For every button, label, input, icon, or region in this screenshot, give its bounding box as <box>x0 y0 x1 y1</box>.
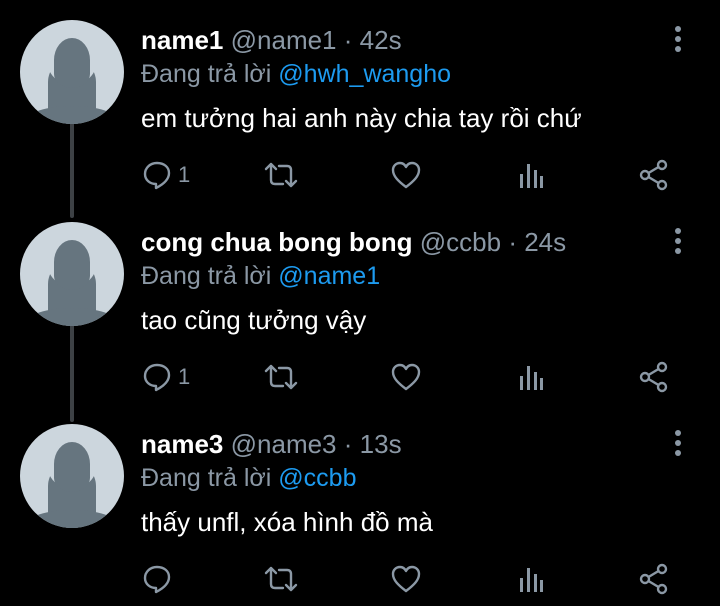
share-button[interactable] <box>638 158 670 192</box>
share-icon <box>639 563 668 595</box>
tweet-header: cong chua bong bong @ccbb · 24s <box>141 226 566 258</box>
replying-to-label: Đang trả lời <box>141 464 272 492</box>
replying-to: Đang trả lời @hwh_wangho <box>141 58 451 90</box>
reply-button[interactable] <box>142 562 178 596</box>
display-name[interactable]: name3 <box>141 429 223 459</box>
reply-count: 1 <box>178 162 191 187</box>
more-options-button[interactable] <box>664 428 692 458</box>
action-bar: 1 <box>0 158 720 192</box>
analytics-button[interactable] <box>518 158 544 192</box>
more-options-button[interactable] <box>664 24 692 54</box>
more-icon <box>675 430 681 456</box>
like-icon <box>391 565 421 593</box>
retweet-icon <box>264 162 298 188</box>
separator-dot: · <box>343 429 353 459</box>
tweet-header: name1 @name1 · 42s <box>141 24 402 56</box>
mention-link[interactable]: @name1 <box>278 262 380 290</box>
retweet-button[interactable] <box>263 562 299 596</box>
avatar[interactable] <box>20 222 124 326</box>
analytics-icon <box>520 568 543 592</box>
display-name[interactable]: cong chua bong bong <box>141 227 413 257</box>
replying-to: Đang trả lời @ccbb <box>141 462 356 494</box>
reply-icon <box>143 565 171 594</box>
share-button[interactable] <box>638 562 670 596</box>
more-icon <box>675 228 681 254</box>
like-button[interactable] <box>390 360 422 394</box>
display-name[interactable]: name1 <box>141 25 223 55</box>
like-button[interactable] <box>390 562 422 596</box>
reply-icon <box>143 161 171 190</box>
replying-to: Đang trả lời @name1 <box>141 260 380 292</box>
user-handle[interactable]: @ccbb <box>420 227 501 257</box>
replying-to-label: Đang trả lời <box>141 60 272 88</box>
analytics-icon <box>520 366 543 390</box>
mention-link[interactable]: @hwh_wangho <box>278 60 451 88</box>
avatar[interactable] <box>20 20 124 124</box>
user-handle[interactable]: @name1 <box>231 25 337 55</box>
reply-icon <box>143 363 171 392</box>
timestamp[interactable]: 13s <box>360 429 402 459</box>
default-avatar-icon <box>26 35 118 124</box>
analytics-button[interactable] <box>518 562 544 596</box>
retweet-icon <box>264 364 298 390</box>
share-icon <box>639 159 668 191</box>
like-button[interactable] <box>390 158 422 192</box>
more-options-button[interactable] <box>664 226 692 256</box>
like-icon <box>391 161 421 189</box>
tweet-text: tao cũng tưởng vậy <box>141 305 367 335</box>
tweet-text: em tưởng hai anh này chia tay rồi chứ <box>141 103 582 133</box>
replying-to-label: Đang trả lời <box>141 262 272 290</box>
tweet[interactable]: name1 @name1 · 42s Đang trả lời @hwh_wan… <box>0 0 720 218</box>
tweet-text: thấy unfl, xóa hình đồ mà <box>141 507 433 537</box>
separator-dot: · <box>508 227 517 257</box>
analytics-icon <box>520 164 543 188</box>
tweet[interactable]: cong chua bong bong @ccbb · 24s Đang trả… <box>0 202 720 422</box>
retweet-button[interactable] <box>263 158 299 192</box>
more-icon <box>675 26 681 52</box>
timestamp[interactable]: 24s <box>524 227 566 257</box>
reply-button[interactable]: 1 <box>142 360 190 394</box>
default-avatar-icon <box>26 237 118 326</box>
share-button[interactable] <box>638 360 670 394</box>
separator-dot: · <box>343 25 353 55</box>
timestamp[interactable]: 42s <box>360 25 402 55</box>
action-bar: 1 <box>0 360 720 394</box>
default-avatar-icon <box>26 439 118 528</box>
tweet[interactable]: name3 @name3 · 13s Đang trả lời @ccbb th… <box>0 404 720 606</box>
reply-button[interactable]: 1 <box>142 158 190 192</box>
reply-count: 1 <box>178 364 191 389</box>
action-bar <box>0 562 720 596</box>
tweet-header: name3 @name3 · 13s <box>141 428 402 460</box>
like-icon <box>391 363 421 391</box>
analytics-button[interactable] <box>518 360 544 394</box>
retweet-button[interactable] <box>263 360 299 394</box>
share-icon <box>639 361 668 393</box>
retweet-icon <box>264 566 298 592</box>
mention-link[interactable]: @ccbb <box>278 464 356 492</box>
user-handle[interactable]: @name3 <box>231 429 337 459</box>
avatar[interactable] <box>20 424 124 528</box>
